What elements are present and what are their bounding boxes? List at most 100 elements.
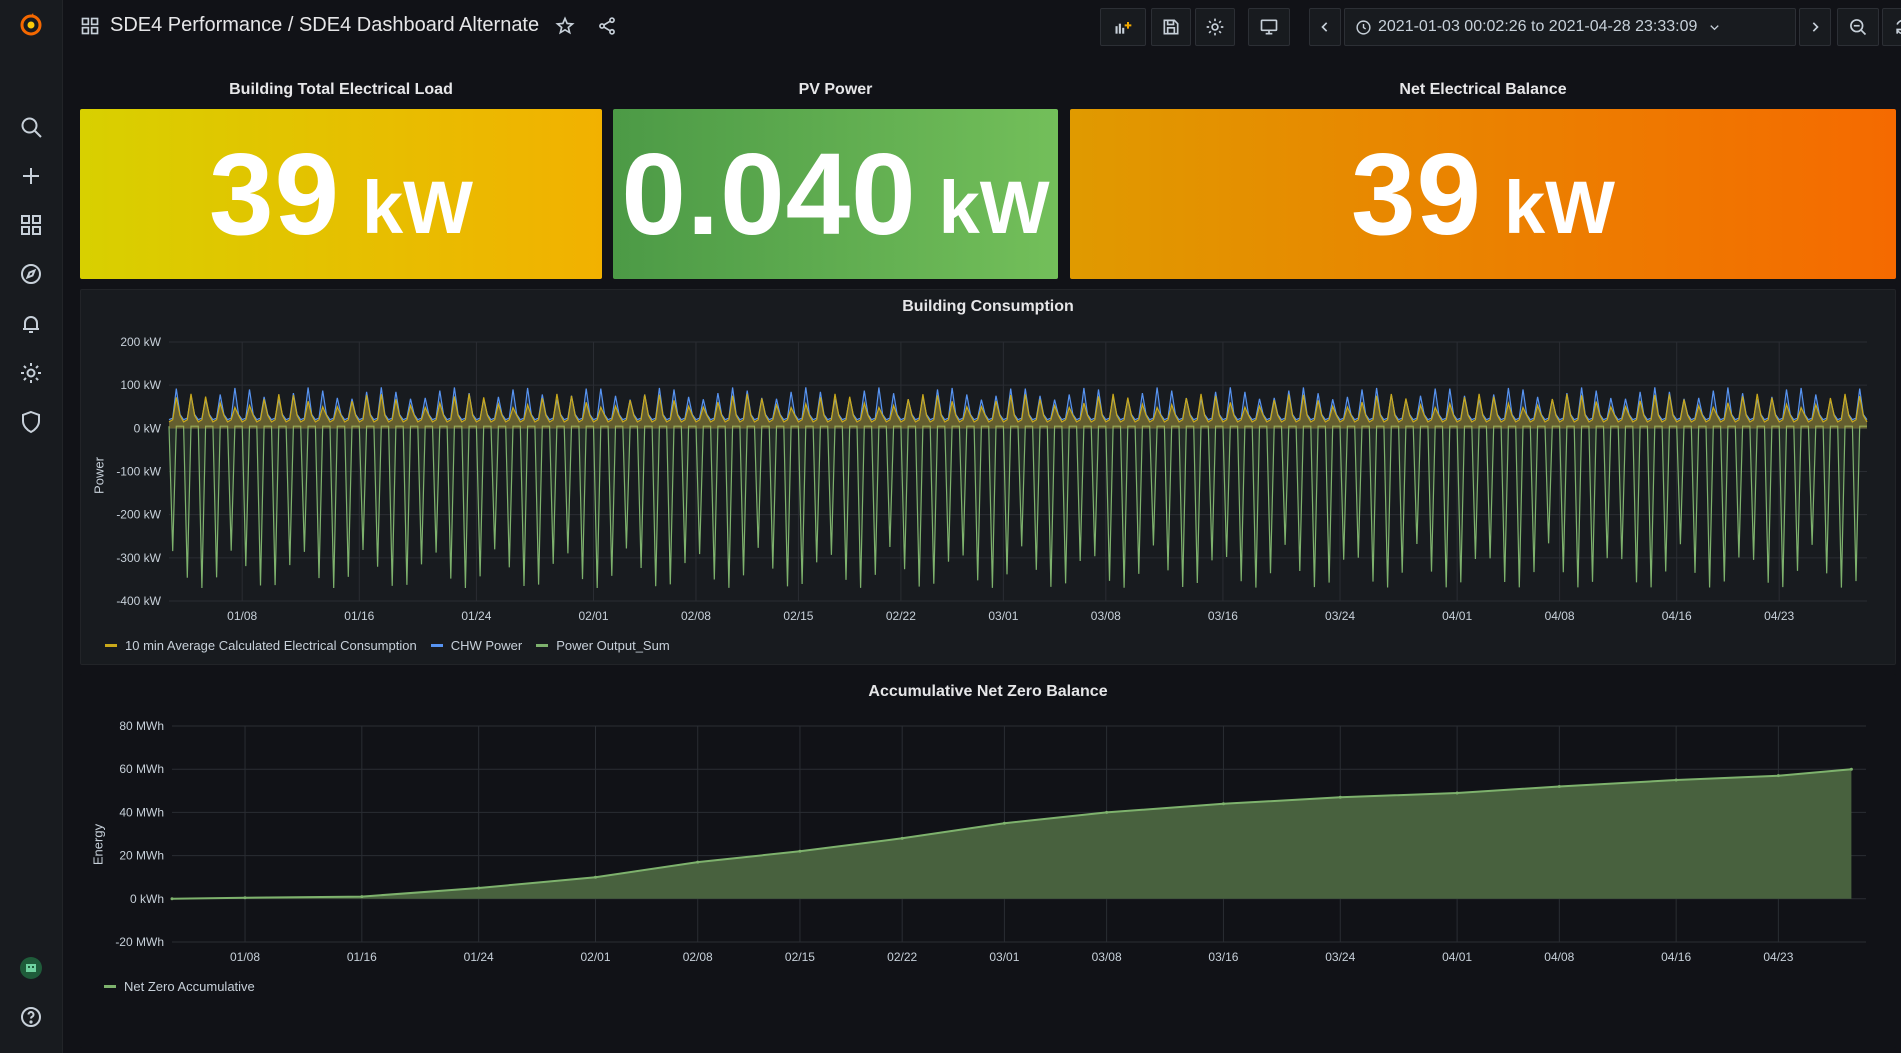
save-icon	[1163, 19, 1179, 35]
dashboard-title[interactable]: SDE4 Dashboard Alternate	[299, 14, 539, 37]
server-admin-icon[interactable]	[9, 402, 53, 442]
search-icon[interactable]	[9, 107, 53, 147]
x-tick-label: 01/24	[461, 609, 491, 623]
configuration-icon[interactable]	[9, 353, 53, 393]
tv-mode-icon	[1260, 19, 1278, 35]
y-tick-label: -400 kW	[116, 594, 161, 608]
share-icon[interactable]	[597, 16, 617, 36]
x-tick-label: 04/16	[1661, 950, 1691, 964]
sidebar	[0, 0, 63, 1053]
time-back-icon	[1321, 22, 1328, 32]
stat-unit: kW	[1504, 165, 1616, 249]
panel-building-consumption[interactable]: Building Consumption Power 200 kW 100 kW 0…	[80, 289, 1896, 665]
x-tick-label: 03/01	[988, 609, 1018, 623]
star-icon[interactable]	[555, 15, 575, 36]
refresh-button[interactable]	[1882, 8, 1901, 46]
x-tick-label: 04/23	[1764, 609, 1794, 623]
chevron-down-icon	[1710, 24, 1720, 30]
stat-net-balance[interactable]: 39 kW	[1070, 109, 1896, 279]
help-icon[interactable]	[9, 997, 53, 1037]
data-point	[1674, 778, 1678, 782]
legend-swatch	[430, 644, 443, 647]
legend: Net Zero Accumulative	[104, 979, 269, 994]
series-area-net-zero	[172, 769, 1852, 899]
legend-item[interactable]: 10 min Average Calculated Electrical Con…	[105, 638, 417, 653]
topbar: SDE4 Performance / SDE4 Dashboard Altern…	[62, 0, 1901, 54]
data-point	[170, 897, 174, 901]
data-point	[1776, 774, 1780, 778]
time-forward-icon	[1812, 22, 1819, 32]
x-tick-label: 01/08	[230, 950, 260, 964]
legend-item[interactable]: Net Zero Accumulative	[104, 979, 255, 994]
panel-net-zero-balance[interactable]: Accumulative Net Zero Balance Energy 80 …	[80, 674, 1896, 1048]
data-point	[696, 860, 700, 864]
dashboard-settings-button[interactable]	[1195, 8, 1235, 46]
x-tick-label: 03/24	[1325, 950, 1355, 964]
data-point	[900, 836, 904, 840]
time-shift-back-button[interactable]	[1309, 8, 1341, 46]
x-tick-label: 02/15	[783, 609, 813, 623]
zoom-out-button[interactable]	[1837, 8, 1879, 46]
time-shift-forward-button[interactable]	[1799, 8, 1831, 46]
stat-unit: kW	[938, 165, 1050, 249]
y-tick-label: -200 kW	[116, 508, 161, 522]
x-tick-label: 04/23	[1763, 950, 1793, 964]
x-tick-label: 02/08	[681, 609, 711, 623]
data-point	[360, 895, 364, 899]
dashboard-grid-icon	[81, 17, 99, 34]
user-avatar[interactable]	[9, 948, 53, 988]
x-tick-label: 03/08	[1091, 609, 1121, 623]
series-area-power-output	[169, 426, 1867, 588]
explore-icon[interactable]	[9, 254, 53, 294]
data-point	[1557, 784, 1561, 788]
alerting-icon[interactable]	[9, 304, 53, 344]
stat-unit: kW	[362, 165, 474, 249]
tv-mode-button[interactable]	[1248, 8, 1290, 46]
x-tick-label: 01/16	[344, 609, 374, 623]
legend-label: Power Output_Sum	[556, 638, 670, 653]
plus-icon[interactable]	[9, 156, 53, 196]
grafana-logo-icon[interactable]	[9, 5, 53, 45]
settings-icon	[1206, 18, 1224, 36]
add-panel-button[interactable]	[1100, 8, 1146, 46]
data-point	[798, 849, 802, 853]
time-range-picker[interactable]: 2021-01-03 00:02:26 to 2021-04-28 23:33:…	[1344, 8, 1796, 46]
stat-pv-power[interactable]: 0.040 kW	[613, 109, 1058, 279]
legend-swatch	[536, 644, 549, 647]
save-dashboard-button[interactable]	[1151, 8, 1191, 46]
x-tick-label: 02/22	[887, 950, 917, 964]
y-tick-label: 40 MWh	[119, 805, 164, 819]
breadcrumb-folder[interactable]: SDE4 Performance	[110, 14, 282, 37]
stat-value: 39	[208, 129, 341, 259]
data-point	[1849, 767, 1853, 771]
y-tick-label: -100 kW	[116, 465, 161, 479]
x-tick-label: 03/16	[1208, 950, 1238, 964]
x-tick-label: 03/24	[1325, 609, 1355, 623]
x-tick-label: 03/01	[989, 950, 1019, 964]
clock-icon	[1356, 19, 1371, 35]
stat-title-net-balance: Net Electrical Balance	[1399, 81, 1567, 98]
legend-label: 10 min Average Calculated Electrical Con…	[125, 638, 417, 653]
x-tick-label: 02/01	[580, 950, 610, 964]
x-tick-label: 01/08	[227, 609, 257, 623]
legend-item[interactable]: CHW Power	[430, 638, 522, 653]
legend-item[interactable]: Power Output_Sum	[536, 638, 670, 653]
y-tick-label: 200 kW	[120, 335, 161, 349]
x-tick-label: 02/15	[785, 950, 815, 964]
data-point	[477, 886, 481, 890]
y-tick-label: -20 MWh	[115, 935, 164, 949]
dashboards-icon[interactable]	[9, 205, 53, 245]
stat-building-load[interactable]: 39 kW	[80, 109, 602, 279]
breadcrumb-separator: /	[282, 14, 299, 36]
y-tick-label: 100 kW	[120, 378, 161, 392]
time-range-text: 2021-01-03 00:02:26 to 2021-04-28 23:33:…	[1378, 18, 1698, 35]
refresh-icon	[1896, 20, 1901, 34]
x-tick-label: 02/22	[886, 609, 916, 623]
data-point	[1455, 791, 1459, 795]
stat-title-pv-power: PV Power	[798, 81, 873, 98]
x-tick-label: 01/16	[347, 950, 377, 964]
add-panel-icon	[1115, 22, 1132, 34]
data-point	[594, 875, 597, 879]
x-tick-label: 04/16	[1662, 609, 1692, 623]
data-point	[1338, 795, 1342, 799]
